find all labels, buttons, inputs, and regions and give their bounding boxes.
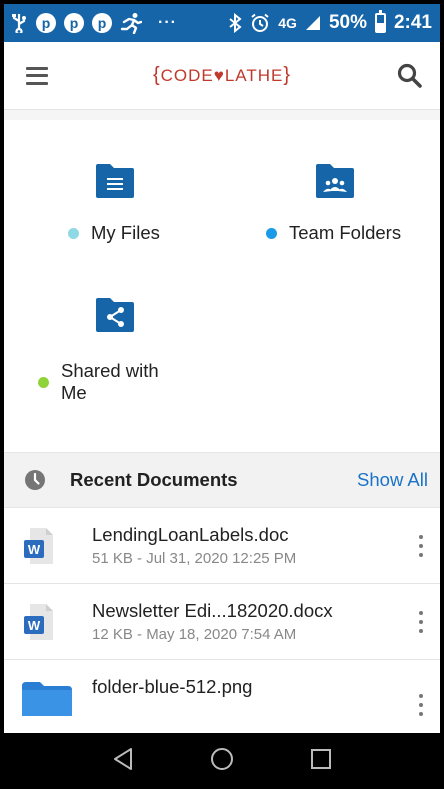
search-icon[interactable] xyxy=(396,62,424,90)
more-options-icon[interactable] xyxy=(416,534,426,557)
pinterest-icon: p xyxy=(36,13,56,33)
signal-icon xyxy=(305,15,321,31)
app-bar: {CODE♥LATHE} xyxy=(4,42,440,110)
folder-label: My Files xyxy=(91,222,160,243)
recent-documents-header: Recent Documents Show All xyxy=(4,452,440,508)
home-icon[interactable] xyxy=(207,744,237,774)
show-all-link[interactable]: Show All xyxy=(357,469,428,491)
folder-share-icon xyxy=(94,296,136,334)
folder-label: Team Folders xyxy=(289,222,402,243)
svg-text:W: W xyxy=(28,542,41,557)
status-dot xyxy=(38,376,49,388)
clock-icon xyxy=(25,470,45,490)
bluetooth-icon xyxy=(228,13,242,33)
usb-icon xyxy=(10,13,28,33)
status-dot xyxy=(266,227,277,239)
more-options-icon[interactable] xyxy=(416,610,426,633)
running-icon xyxy=(120,12,142,34)
folder-grid: My Files Team Folders Shared with Me xyxy=(4,110,440,452)
recents-icon[interactable] xyxy=(306,744,336,774)
clock-time: 2:41 xyxy=(393,12,432,33)
battery-icon xyxy=(374,10,386,33)
system-navigation-bar xyxy=(4,733,440,785)
my-files-tile[interactable]: My Files xyxy=(4,120,204,260)
pinterest-icon: p xyxy=(92,13,112,33)
svg-text:W: W xyxy=(28,618,41,633)
codelathe-logo: {CODE♥LATHE} xyxy=(152,64,292,86)
alarm-icon xyxy=(250,13,270,33)
list-item[interactable]: W LendingLoanLabels.doc 51 KB - Jul 31, … xyxy=(4,508,440,584)
document-name: folder-blue-512.png xyxy=(92,676,253,697)
recent-documents-list: W LendingLoanLabels.doc 51 KB - Jul 31, … xyxy=(4,508,440,736)
shared-with-me-tile[interactable]: Shared with Me xyxy=(4,290,204,420)
document-name: Newsletter Edi...182020.docx xyxy=(92,600,333,621)
document-name: LendingLoanLabels.doc xyxy=(92,524,289,545)
document-meta: 12 KB - May 18, 2020 7:54 AM xyxy=(92,626,297,643)
back-icon[interactable] xyxy=(108,744,138,774)
folder-document-icon xyxy=(94,162,136,200)
word-doc-icon: W xyxy=(24,526,54,566)
folder-label: Shared with xyxy=(61,360,159,381)
more-options-icon[interactable] xyxy=(416,694,426,716)
recent-documents-title: Recent Documents xyxy=(70,469,238,490)
folder-team-icon xyxy=(314,162,356,200)
folder-label: Me xyxy=(61,382,87,403)
status-dot xyxy=(68,227,79,239)
battery-percent: 50% xyxy=(328,12,367,33)
team-folders-tile[interactable]: Team Folders xyxy=(222,120,440,260)
word-doc-icon: W xyxy=(24,602,54,642)
status-bar: p p p ··· 4G 50% 2:41 xyxy=(4,4,440,42)
image-folder-icon xyxy=(22,676,72,716)
menu-icon[interactable] xyxy=(26,66,48,85)
app-screen: p p p ··· 4G 50% 2:41 {CODE♥LATHE} My Fi… xyxy=(4,4,440,785)
pinterest-icon: p xyxy=(64,13,84,33)
document-meta: 51 KB - Jul 31, 2020 12:25 PM xyxy=(92,550,297,567)
list-item[interactable]: W Newsletter Edi...182020.docx 12 KB - M… xyxy=(4,584,440,660)
list-item[interactable]: folder-blue-512.png xyxy=(4,660,440,736)
status-overflow: ··· xyxy=(158,14,177,31)
network-type: 4G xyxy=(278,15,297,31)
